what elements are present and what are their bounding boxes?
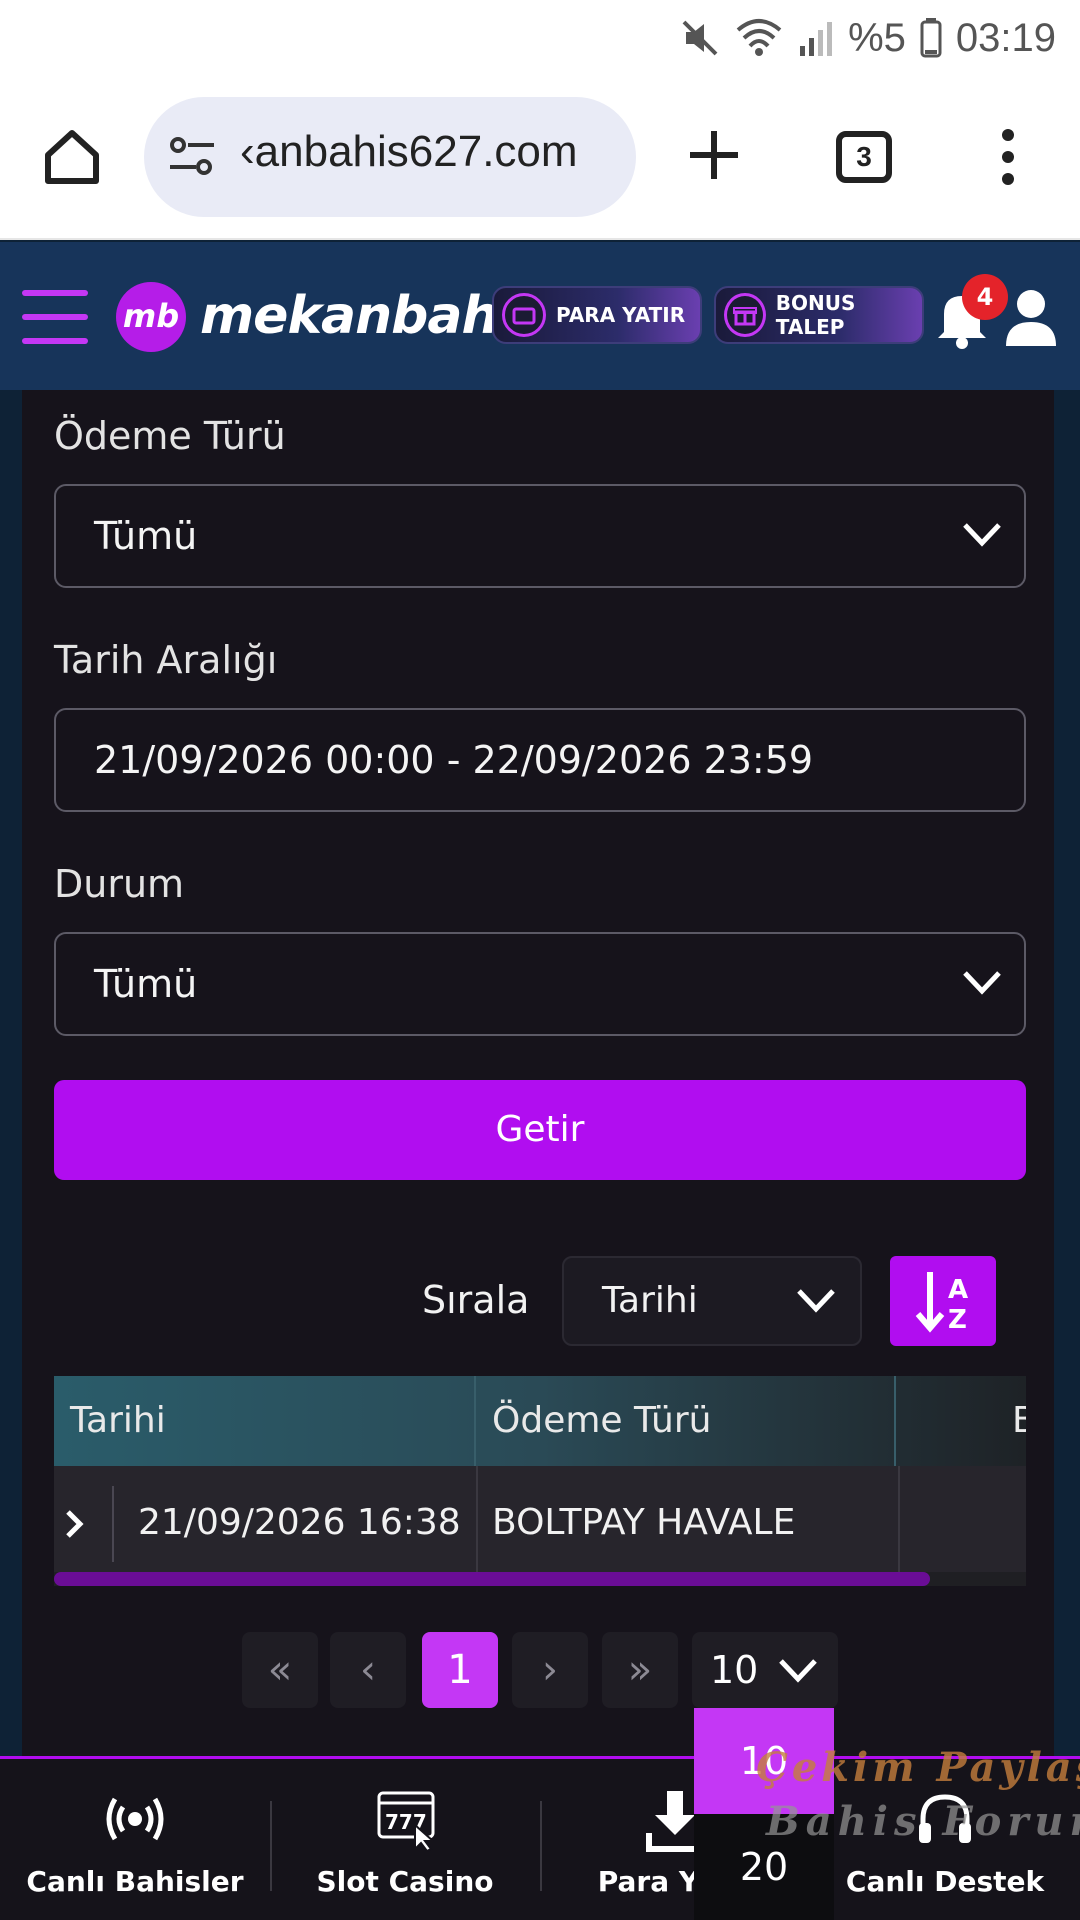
date-range-input[interactable]: 21/09/2026 00:00 - 22/09/2026 23:59 bbox=[54, 708, 1026, 812]
deposit-button[interactable]: PARA YATIR bbox=[492, 286, 702, 344]
wallet-icon bbox=[502, 293, 546, 337]
status-select[interactable]: Tümü bbox=[54, 932, 1026, 1036]
chevron-down-icon bbox=[779, 1659, 817, 1683]
site-settings-icon[interactable] bbox=[168, 135, 216, 179]
cell-date: 21/09/2026 16:38 bbox=[138, 1502, 461, 1543]
payment-type-select[interactable]: Tümü bbox=[54, 484, 1026, 588]
status-value: Tümü bbox=[94, 962, 198, 1006]
mute-icon bbox=[682, 20, 718, 56]
page-size-option[interactable]: 10 bbox=[694, 1708, 834, 1814]
column-header-payment-type[interactable]: Ödeme Türü bbox=[476, 1376, 896, 1466]
chevron-down-icon bbox=[963, 971, 1001, 995]
payment-type-label: Ödeme Türü bbox=[54, 414, 286, 458]
expand-row-button[interactable] bbox=[54, 1486, 114, 1562]
nav-label: Canlı Bahisler bbox=[26, 1865, 244, 1898]
wifi-icon bbox=[736, 19, 782, 56]
url-text: ‹anbahis627.com bbox=[240, 127, 578, 176]
home-icon[interactable] bbox=[40, 125, 104, 189]
sort-az-icon: AZ bbox=[915, 1272, 968, 1335]
nav-slot-casino[interactable]: 777 Slot Casino bbox=[270, 1759, 540, 1920]
chevron-right-icon bbox=[66, 1510, 84, 1538]
horizontal-scrollbar[interactable] bbox=[54, 1572, 1026, 1586]
page-size-select[interactable]: 10 bbox=[692, 1632, 838, 1708]
nav-live-support[interactable]: Canlı Destek bbox=[810, 1759, 1080, 1920]
status-bar: %5 03:19 bbox=[0, 0, 1080, 75]
first-page-button[interactable]: « bbox=[242, 1632, 318, 1708]
page-size-dropdown: 10 20 bbox=[694, 1708, 834, 1920]
nav-label: Slot Casino bbox=[316, 1865, 494, 1898]
sort-value: Tarihi bbox=[602, 1280, 698, 1321]
slot-machine-icon: 777 bbox=[377, 1791, 436, 1853]
nav-live-bets[interactable]: Canlı Bahisler bbox=[0, 1759, 270, 1920]
sort-label: Sırala bbox=[422, 1278, 530, 1322]
browser-toolbar: ‹anbahis627.com 3 bbox=[0, 75, 1080, 240]
chevron-down-icon bbox=[963, 523, 1001, 547]
battery-percent: %5 bbox=[848, 15, 906, 60]
sort-direction-button[interactable]: AZ bbox=[890, 1256, 996, 1346]
live-broadcast-icon bbox=[106, 1797, 164, 1841]
svg-text:A: A bbox=[948, 1275, 968, 1305]
previous-page-button[interactable]: ‹ bbox=[330, 1632, 406, 1708]
cell-payment-type: BOLTPAY HAVALE bbox=[492, 1502, 796, 1543]
bottom-navigation: Canlı Bahisler 777 Slot Casino Para Yatı… bbox=[0, 1756, 1080, 1920]
tab-switcher-button[interactable]: 3 bbox=[836, 131, 892, 183]
clock: 03:19 bbox=[955, 15, 1056, 60]
notification-badge: 4 bbox=[962, 274, 1008, 320]
column-header-amount[interactable]: B bbox=[896, 1376, 1026, 1466]
scrollbar-thumb[interactable] bbox=[54, 1572, 930, 1586]
status-icons: %5 03:19 bbox=[680, 10, 1056, 66]
column-header-date[interactable]: Tarihi bbox=[54, 1376, 476, 1466]
chevron-down-icon bbox=[797, 1289, 835, 1313]
date-range-value: 21/09/2026 00:00 - 22/09/2026 23:59 bbox=[94, 738, 814, 782]
headset-icon bbox=[919, 1794, 971, 1843]
signal-icon bbox=[800, 22, 833, 56]
gift-icon bbox=[724, 293, 766, 337]
battery-icon bbox=[920, 18, 942, 58]
fetch-button[interactable]: Getir bbox=[54, 1080, 1026, 1180]
more-options-icon[interactable] bbox=[996, 125, 1020, 189]
bonus-label: BONUS TALEP bbox=[775, 291, 856, 339]
logo-mark[interactable]: mb bbox=[116, 282, 186, 352]
next-page-button[interactable]: › bbox=[512, 1632, 588, 1708]
table-header: Tarihi Ödeme Türü B bbox=[54, 1376, 1026, 1466]
page-size-option[interactable]: 20 bbox=[694, 1814, 834, 1920]
deposit-label: PARA YATIR bbox=[556, 303, 686, 327]
last-page-button[interactable]: » bbox=[602, 1632, 678, 1708]
bonus-request-button[interactable]: BONUS TALEP bbox=[714, 286, 924, 344]
site-header: mb mekanbahis PARA YATIR BONUS TALEP 4 bbox=[0, 242, 1080, 390]
transactions-table: Tarihi Ödeme Türü B 21/09/2026 16:38 BOL… bbox=[54, 1376, 1026, 1586]
address-bar[interactable]: ‹anbahis627.com bbox=[144, 97, 636, 217]
current-page-button[interactable]: 1 bbox=[422, 1632, 498, 1708]
status-label: Durum bbox=[54, 862, 185, 906]
new-tab-icon[interactable] bbox=[686, 127, 742, 183]
transactions-panel: Ödeme Türü Tümü Tarih Aralığı 21/09/2026… bbox=[22, 390, 1054, 1760]
date-range-label: Tarih Aralığı bbox=[54, 638, 278, 682]
menu-icon[interactable] bbox=[22, 290, 88, 344]
user-icon[interactable] bbox=[1004, 288, 1058, 348]
page-size-value: 10 bbox=[710, 1648, 759, 1692]
sort-select[interactable]: Tarihi bbox=[562, 1256, 862, 1346]
nav-label: Canlı Destek bbox=[845, 1865, 1045, 1898]
svg-text:Z: Z bbox=[948, 1305, 967, 1335]
table-row[interactable]: 21/09/2026 16:38 BOLTPAY HAVALE bbox=[54, 1466, 1026, 1580]
payment-type-value: Tümü bbox=[94, 514, 198, 558]
